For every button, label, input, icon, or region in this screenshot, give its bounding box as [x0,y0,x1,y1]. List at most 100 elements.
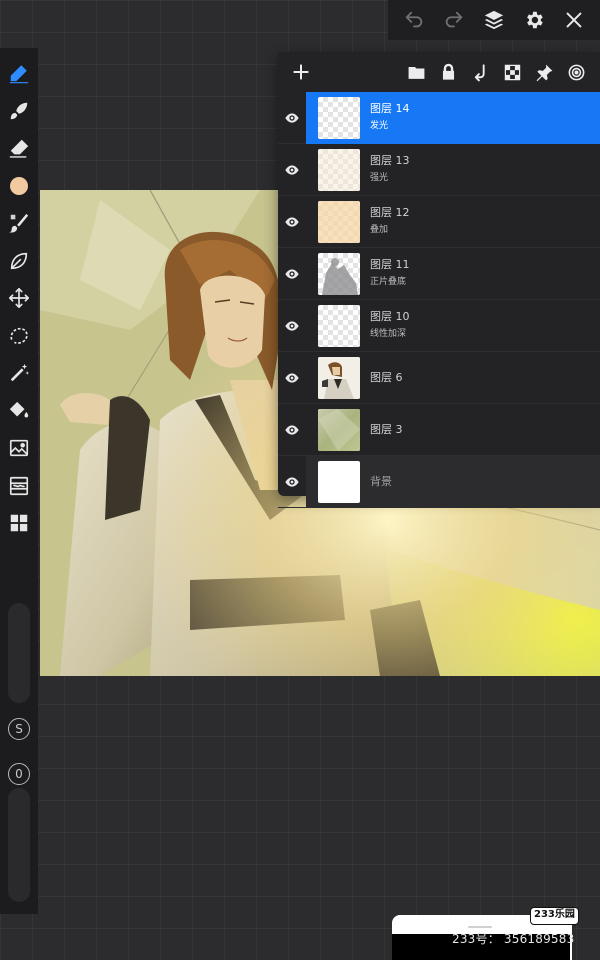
fill-tool[interactable] [4,396,34,426]
close-button[interactable] [559,5,589,35]
layer-name: 图层 6 [370,370,403,384]
layers-stack-icon [484,10,504,30]
layers-panel-header [278,52,600,92]
add-layer-button[interactable] [288,59,314,85]
eye-icon [285,112,299,123]
magic-wand-tool[interactable] [4,358,34,388]
undo-arrow-icon [405,11,423,28]
undo-button[interactable] [399,5,429,35]
layer-blend-mode: 叠加 [370,225,389,235]
close-x-icon [566,12,582,28]
layer-thumbnail [318,148,360,191]
brush-pen-tool[interactable] [4,58,34,88]
layer-row[interactable]: 图层 3 [278,404,600,456]
layers-button[interactable] [479,5,509,35]
visibility-toggle[interactable] [278,404,306,456]
eye-icon [285,320,299,331]
brush-size-knob[interactable]: S [8,718,30,740]
eye-icon [285,372,299,383]
visibility-toggle[interactable] [278,92,306,144]
watermark-id: 233号： 356189583 [452,932,575,946]
layer-body[interactable]: 背景 [306,455,600,508]
layout-tool[interactable] [4,508,34,538]
brush-opacity-knob[interactable]: 0 [8,763,30,785]
transform-move-icon [9,288,29,308]
layer-thumbnail [318,460,360,503]
layer-blend-mode: 发光 [370,121,389,131]
leaf-shape-icon [10,252,28,269]
adjustments-tool[interactable] [4,471,34,501]
layer-name: 图层 13 [370,154,410,167]
pin-layer-button[interactable] [528,58,560,86]
paint-bucket-icon [9,401,29,417]
layer-body[interactable]: 图层 12 叠加 [306,196,600,248]
layer-row[interactable]: 图层 6 [278,352,600,404]
shape-tool[interactable] [4,246,34,276]
active-color-swatch [10,176,28,195]
gear-icon [527,11,543,29]
visibility-toggle[interactable] [278,352,306,404]
lasso-tool[interactable] [4,321,34,351]
visibility-toggle[interactable] [278,196,306,248]
layer-row[interactable]: 图层 11 正片叠底 [278,248,600,300]
layer-row[interactable]: 图层 13 强光 [278,144,600,196]
checker-transparency-icon [504,64,520,80]
layer-thumbnail [318,200,360,243]
layer-row[interactable]: 图层 14 发光 [278,91,600,144]
layer-body[interactable]: 图层 11 正片叠底 [306,248,600,300]
layer-row[interactable]: 图层 10 线性加深 [278,300,600,352]
add-plus-icon [293,64,309,80]
smudge-tool[interactable] [4,96,34,126]
visibility-toggle[interactable] [278,456,306,508]
alpha-lock-button[interactable] [496,58,528,86]
lock-icon [442,63,454,80]
layers-panel: 图层 14 发光 图层 13 强光 图层 12 叠加 图层 11 正片叠底 图层… [278,52,600,508]
settings-button[interactable] [519,5,549,35]
eye-icon [285,476,299,487]
reference-layer-button[interactable] [560,58,592,86]
layer-name: 背景 [370,474,392,488]
layer-body[interactable]: 图层 14 发光 [306,91,600,144]
color-picker[interactable] [4,171,34,201]
eraser-icon [9,139,29,158]
clipping-mask-button[interactable] [464,58,496,86]
transform-tool[interactable] [4,283,34,313]
layer-name: 图层 11 [370,258,410,271]
layer-thumbnail [318,408,360,451]
left-toolbar: S 0 [0,48,38,914]
redo-button[interactable] [439,5,469,35]
target-rings-icon [568,64,584,80]
layer-body[interactable]: 图层 3 [306,404,600,456]
eye-icon [285,216,299,227]
image-import-tool[interactable] [4,433,34,463]
new-group-button[interactable] [400,58,432,86]
paint-brush-icon [8,213,29,233]
layer-list: 图层 14 发光 图层 13 强光 图层 12 叠加 图层 11 正片叠底 图层… [278,91,600,508]
visibility-toggle[interactable] [278,300,306,352]
visibility-toggle[interactable] [278,248,306,300]
brush-size-slider[interactable] [8,603,30,703]
lock-layer-button[interactable] [432,58,464,86]
layer-row[interactable]: 图层 12 叠加 [278,196,600,248]
eraser-tool[interactable] [4,133,34,163]
top-toolbar [388,0,600,40]
eye-icon [285,164,299,175]
layer-name: 图层 10 [370,310,410,323]
layer-thumbnail [318,252,360,295]
paint-brush-tool[interactable] [4,208,34,238]
watermark-logo: 233乐园 [530,907,579,925]
layer-body[interactable]: 图层 13 强光 [306,144,600,196]
layer-name: 图层 14 [370,102,410,115]
brush-opacity-slider[interactable] [8,788,30,902]
adjustments-icon [9,476,29,495]
eye-icon [285,424,299,435]
layer-body[interactable]: 图层 6 [306,352,600,404]
layer-body[interactable]: 图层 10 线性加深 [306,300,600,352]
folder-icon [408,66,424,79]
drawing-app-screen: S 0 图层 14 发光 图层 13 强光 图层 12 叠加 图层 11 正片叠… [0,0,600,960]
layer-blend-mode: 正片叠底 [370,277,407,287]
layer-thumbnail [318,304,360,347]
visibility-toggle[interactable] [278,144,306,196]
layer-row[interactable]: 背景 [278,455,600,508]
image-import-icon [9,439,29,457]
